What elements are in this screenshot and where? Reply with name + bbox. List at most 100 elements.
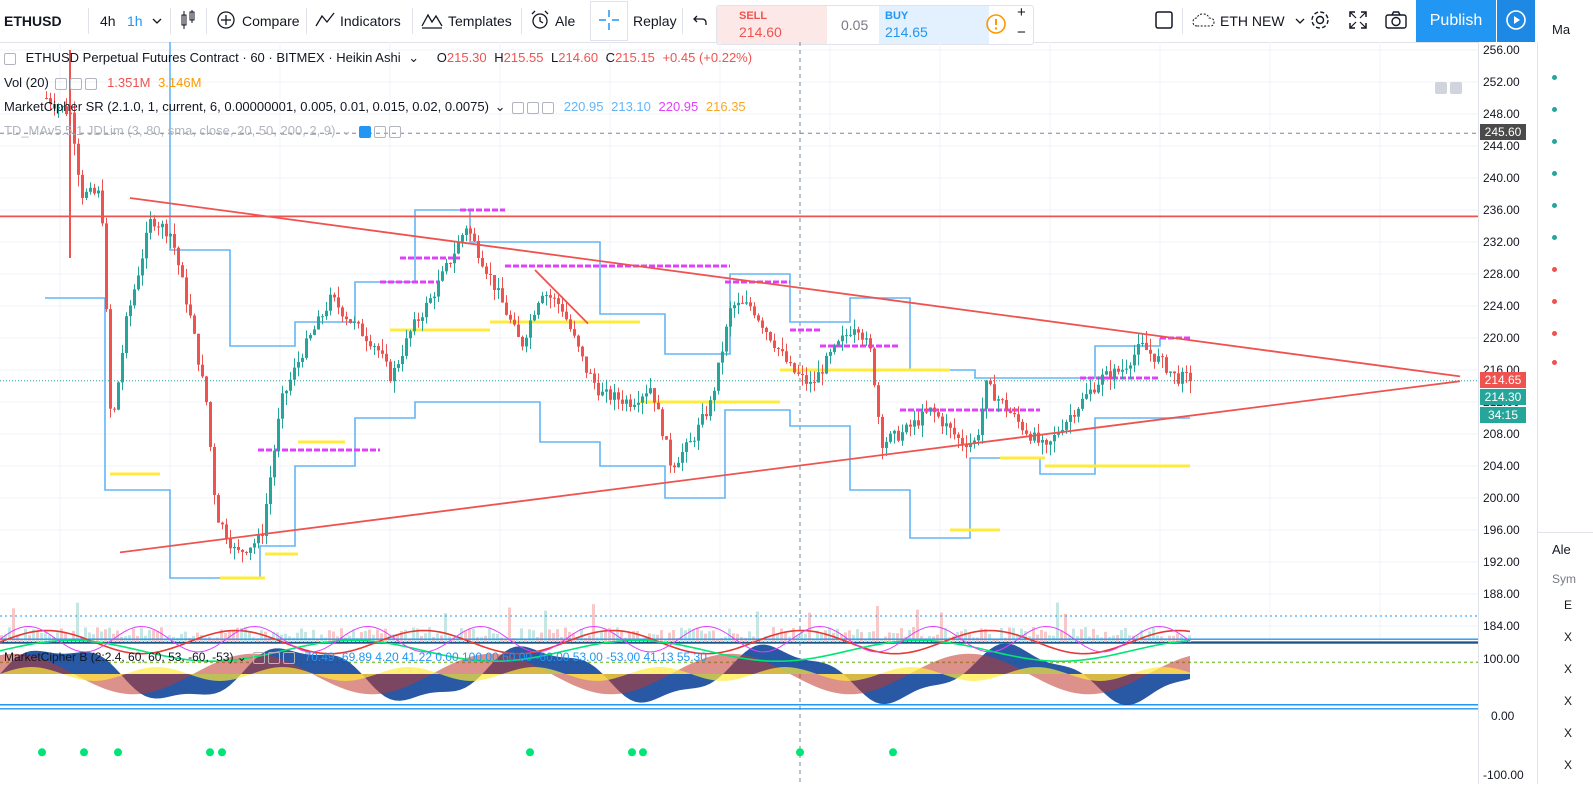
symbol-search[interactable]: ETHUSD [4, 0, 62, 42]
interval-4h-label[interactable]: 4h [100, 13, 116, 29]
watchlist-status-dot [1552, 331, 1557, 336]
chart-area[interactable]: ETHUSD Perpetual Futures Contract · 60 ·… [0, 17, 1478, 784]
fullscreen-toggle[interactable] [1155, 0, 1173, 42]
price-chart[interactable] [0, 17, 1478, 784]
buy-signal-dot [526, 748, 534, 757]
interval-1h-label[interactable]: 1h [127, 13, 143, 29]
square-icon [1155, 10, 1173, 32]
candles-icon[interactable] [180, 9, 196, 34]
watchlist-status-dot [1552, 360, 1557, 365]
candle-body [641, 396, 644, 403]
divider [306, 8, 307, 34]
collapse-icon[interactable] [4, 52, 16, 65]
gear-icon[interactable] [268, 651, 281, 664]
candle-body [437, 280, 440, 297]
alert-row[interactable]: X [1564, 694, 1572, 708]
qty-plus-button[interactable]: + [1017, 4, 1026, 21]
series-title[interactable]: ETHUSD Perpetual Futures Contract · 60 ·… [26, 50, 401, 65]
candle-body [429, 298, 432, 303]
candle-body [905, 424, 908, 433]
candle-body [449, 263, 452, 265]
indicators-button[interactable]: Indicators [314, 0, 401, 42]
td-ma-title[interactable]: TD_MAv5.5.1 JDLim (3, 80, sma, close, 20… [4, 123, 335, 138]
maximize-pane-icon[interactable] [1450, 81, 1462, 94]
candle-body [989, 380, 992, 385]
buy-price: 214.65 [885, 24, 928, 40]
gear-icon[interactable] [70, 77, 83, 90]
settings-button[interactable] [1309, 0, 1331, 42]
close-icon[interactable] [85, 77, 98, 90]
alerts-header[interactable]: Ale [1552, 542, 1571, 557]
volume-title[interactable]: Vol (20) [4, 75, 49, 90]
price-scale[interactable]: 256.00 252.00 248.00 244.00 240.00 236.00 232.… [1478, 42, 1537, 784]
sell-button[interactable]: SELL 214.60 [717, 6, 827, 44]
buy-button[interactable]: BUY 214.65 [879, 6, 989, 44]
chart-style-button[interactable] [180, 0, 196, 42]
layout-selector[interactable]: ETH NEW [1192, 0, 1305, 42]
mcb-title[interactable]: MarketCipher B (2:2.4, 60, 60, 53, -60, … [4, 650, 233, 664]
interval-dropdown[interactable] [152, 0, 162, 42]
candle-body [1053, 434, 1056, 442]
candle-body [185, 277, 188, 305]
volume-bar [1044, 631, 1047, 642]
crosshair-button[interactable] [590, 1, 628, 41]
alert-row[interactable]: E [1564, 598, 1572, 612]
screenshot-button[interactable] [1385, 0, 1407, 42]
candle-body [841, 335, 844, 342]
candle-body [257, 534, 260, 544]
candle-body [1117, 368, 1120, 372]
volume-bar [1036, 634, 1039, 642]
gear-icon[interactable] [527, 101, 540, 114]
watchlist-header[interactable]: Ma [1552, 22, 1570, 37]
candle-body [1013, 412, 1016, 415]
replay-button[interactable]: Replay [633, 0, 677, 42]
close-icon[interactable] [542, 101, 555, 114]
candle-body [329, 294, 332, 311]
eye-icon[interactable] [512, 101, 525, 114]
td-ma-legend: TD_MAv5.5.1 JDLim (3, 80, sma, close, 20… [4, 123, 401, 139]
mc-sr-legend: MarketCipher SR (2.1.0, 1, current, 6, 0… [4, 99, 746, 114]
collapse-pane-icon[interactable] [1435, 81, 1447, 94]
eye-icon[interactable] [253, 651, 266, 664]
qty-minus-button[interactable]: − [1017, 24, 1026, 41]
eye-icon[interactable] [358, 125, 371, 138]
mc-sr-title[interactable]: MarketCipher SR (2.1.0, 1, current, 6, 0… [4, 99, 489, 114]
volume-bar [872, 631, 875, 642]
candle-body [509, 314, 512, 320]
high-value: 215.55 [503, 50, 544, 65]
compare-button[interactable]: Compare [216, 0, 300, 42]
volume-bar [660, 630, 663, 642]
price-tick: 240.00 [1483, 171, 1520, 185]
divider [88, 8, 89, 34]
close-icon[interactable] [283, 651, 296, 664]
close-icon[interactable] [388, 125, 401, 138]
candle-body [745, 302, 748, 304]
volume-bar [488, 628, 491, 642]
pane-controls[interactable] [1432, 79, 1462, 94]
info-icon[interactable] [985, 13, 1007, 38]
interval-4h[interactable]: 4h [100, 0, 116, 42]
volume-bar [312, 629, 315, 642]
alert-row[interactable]: X [1564, 630, 1572, 644]
candle-body [421, 317, 424, 321]
fullscreen-button[interactable] [1349, 0, 1367, 42]
play-button[interactable] [1497, 0, 1535, 42]
templates-button[interactable]: Templates [420, 0, 512, 42]
alert-row[interactable]: X [1564, 758, 1572, 772]
volume-bar [304, 631, 307, 642]
interval-1h[interactable]: 1h [127, 0, 143, 42]
chevron-down-icon[interactable]: ⌄ [408, 50, 419, 65]
alert-button[interactable]: Ale [529, 0, 575, 42]
candle-body [301, 357, 304, 362]
chevron-down-icon[interactable] [152, 14, 162, 29]
alert-row[interactable]: X [1564, 662, 1572, 676]
gear-icon[interactable] [373, 125, 386, 138]
crosshair-price-label: 245.60 [1480, 124, 1526, 140]
publish-button[interactable]: Publish [1416, 0, 1496, 42]
candle-body [561, 304, 564, 312]
eye-icon[interactable] [55, 77, 68, 90]
alert-row[interactable]: X [1564, 726, 1572, 740]
osc-tick: 100.00 [1483, 652, 1520, 666]
undo-button[interactable] [692, 0, 708, 42]
symbol-name[interactable]: ETHUSD [4, 13, 62, 29]
